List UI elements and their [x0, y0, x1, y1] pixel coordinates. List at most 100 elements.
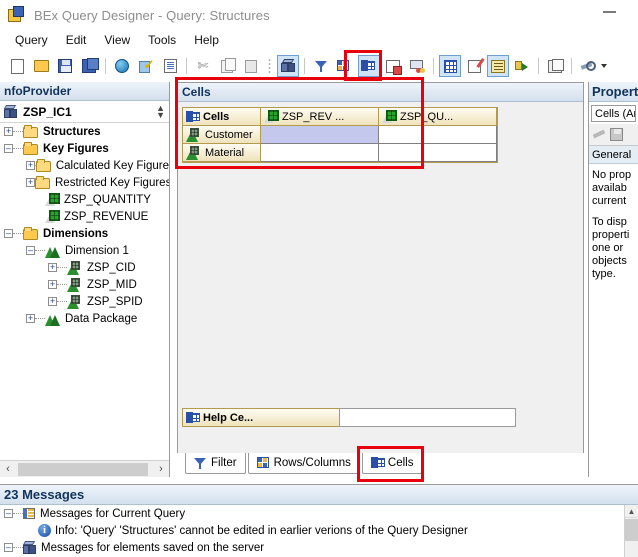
properties-object-selector[interactable]: Cells (Are	[591, 105, 636, 122]
scroll-right-arrow-icon[interactable]: ›	[153, 462, 169, 477]
expander-plus-icon[interactable]: +	[48, 297, 57, 306]
cells-grid-column-header[interactable]: ZSP_QU...	[379, 108, 497, 126]
message-group-current-query[interactable]: – Messages for Current Query	[0, 505, 638, 522]
infoprovider-panel: nfoProvider ZSP_IC1 ▲ ▼ + Structures – Ke…	[0, 82, 170, 477]
expander-minus-icon[interactable]: –	[4, 229, 13, 238]
tree-node-restricted-key-figures[interactable]: + Restricted Key Figures	[0, 174, 169, 191]
toolbar-separator	[105, 58, 106, 74]
cells-icon	[186, 110, 200, 123]
open-query-button[interactable]	[30, 55, 52, 77]
cells-grid-header-row: Cells ZSP_REV ... ZSP_QU...	[183, 108, 497, 126]
scroll-left-arrow-icon[interactable]: ‹	[0, 462, 16, 477]
scrollbar-track[interactable]	[16, 461, 153, 477]
tab-cells[interactable]: Cells	[361, 453, 423, 474]
tree-node-calculated-key-figure[interactable]: + Calculated Key Figure	[0, 157, 169, 174]
edit-note-button[interactable]	[463, 55, 485, 77]
menu-query[interactable]: Query	[6, 31, 57, 49]
menu-help[interactable]: Help	[185, 31, 228, 49]
expander-minus-icon[interactable]: –	[4, 509, 13, 518]
scrollbar-thumb[interactable]	[18, 462, 148, 476]
help-center-text: Help Ce...	[203, 411, 254, 424]
cells-grid-cell[interactable]	[261, 144, 379, 162]
tree-node-key-figures[interactable]: – Key Figures	[0, 140, 169, 157]
tab-filter[interactable]: Filter	[185, 453, 246, 474]
cells-grid-corner-label: Cells	[203, 110, 230, 123]
where-used-button[interactable]	[544, 55, 566, 77]
cells-grid-row-header[interactable]: Customer	[183, 126, 261, 144]
scroll-up-arrow-icon[interactable]: ▲	[625, 505, 638, 518]
conditions-button[interactable]	[382, 55, 404, 77]
expander-minus-icon[interactable]: –	[4, 543, 13, 552]
tree-node-structures[interactable]: + Structures	[0, 123, 169, 140]
minimize-button[interactable]	[603, 11, 616, 13]
publish-button[interactable]	[111, 55, 133, 77]
message-item-label: Info: 'Query' 'Structures' cannot be edi…	[55, 524, 468, 537]
query-properties-button[interactable]	[159, 55, 181, 77]
infoprovider-selector[interactable]: ZSP_IC1 ▲ ▼	[0, 101, 169, 123]
rows-columns-button[interactable]	[334, 55, 356, 77]
tree-node-zsp-cid[interactable]: + ZSP_CID	[0, 259, 169, 276]
menu-view[interactable]: View	[95, 31, 139, 49]
menu-tools[interactable]: Tools	[139, 31, 185, 49]
menu-edit[interactable]: Edit	[57, 31, 96, 49]
exceptions-icon	[409, 59, 425, 73]
expander-minus-icon[interactable]: –	[4, 144, 13, 153]
tree-connector	[13, 233, 23, 234]
properties-line: availab	[592, 182, 627, 194]
tree-node-data-package[interactable]: + Data Package	[0, 310, 169, 327]
expander-plus-icon[interactable]: +	[26, 314, 35, 323]
cut-button[interactable]: ✄	[192, 55, 214, 77]
infoprovider-horizontal-scrollbar[interactable]: ‹ ›	[0, 460, 169, 477]
messages-vertical-scrollbar[interactable]: ▲	[624, 505, 638, 557]
expander-plus-icon[interactable]: +	[26, 161, 35, 170]
exceptions-button[interactable]	[406, 55, 428, 77]
technical-name-button[interactable]	[511, 55, 533, 77]
save-query-button[interactable]	[54, 55, 76, 77]
tree-node-zsp-quantity[interactable]: ZSP_QUANTITY	[0, 191, 169, 208]
cells-grid-cell[interactable]	[261, 126, 379, 144]
save-as-button[interactable]	[78, 55, 100, 77]
spinner-icon[interactable]: ▲ ▼	[156, 103, 165, 119]
save-icon[interactable]	[610, 128, 623, 141]
help-center-label[interactable]: Help Ce...	[182, 408, 340, 427]
tree-node-zsp-mid[interactable]: + ZSP_MID	[0, 276, 169, 293]
check-query-button[interactable]	[135, 55, 157, 77]
cells-grid-cell[interactable]	[379, 126, 497, 144]
info-icon: i	[38, 524, 51, 537]
infoprovider-button[interactable]	[277, 55, 299, 77]
copy-button[interactable]	[216, 55, 238, 77]
expander-plus-icon[interactable]: +	[48, 280, 57, 289]
paste-button[interactable]	[240, 55, 262, 77]
message-group-server-elements[interactable]: – Messages for elements saved on the ser…	[0, 539, 638, 556]
expander-plus-icon[interactable]: +	[26, 178, 35, 187]
tree-node-dimension-1[interactable]: – Dimension 1	[0, 242, 169, 259]
chevron-down-icon[interactable]	[601, 64, 607, 68]
tree-node-zsp-spid[interactable]: + ZSP_SPID	[0, 293, 169, 310]
messages-button[interactable]	[487, 55, 509, 77]
message-item-info[interactable]: i Info: 'Query' 'Structures' cannot be e…	[0, 522, 638, 539]
tab-label: Filter	[211, 457, 237, 469]
toolbar-grip[interactable]	[268, 58, 271, 74]
cells-button[interactable]	[358, 55, 380, 77]
tree-node-dimensions[interactable]: – Dimensions	[0, 225, 169, 242]
tab-rows-columns[interactable]: Rows/Columns	[247, 453, 360, 474]
characteristic-icon	[67, 277, 83, 292]
cells-icon	[370, 457, 385, 469]
toolbar-separator	[186, 58, 187, 74]
view-tabs: Filter Rows/Columns Cells	[177, 453, 584, 477]
cells-icon	[186, 411, 200, 424]
cells-grid-column-header[interactable]: ZSP_REV ...	[261, 108, 379, 126]
expander-minus-icon[interactable]: –	[26, 246, 35, 255]
settings-button[interactable]	[577, 55, 599, 77]
cells-grid-row-header[interactable]: Material	[183, 144, 261, 162]
cells-grid-cell[interactable]	[379, 144, 497, 162]
scrollbar-thumb[interactable]	[625, 519, 638, 541]
expander-plus-icon[interactable]: +	[4, 127, 13, 136]
table-display-button[interactable]	[439, 55, 461, 77]
help-center-input[interactable]	[340, 408, 516, 427]
new-query-button[interactable]	[6, 55, 28, 77]
tree-node-zsp-revenue[interactable]: ZSP_REVENUE	[0, 208, 169, 225]
pencil-icon[interactable]	[592, 128, 606, 141]
filter-button[interactable]	[310, 55, 332, 77]
expander-plus-icon[interactable]: +	[48, 263, 57, 272]
